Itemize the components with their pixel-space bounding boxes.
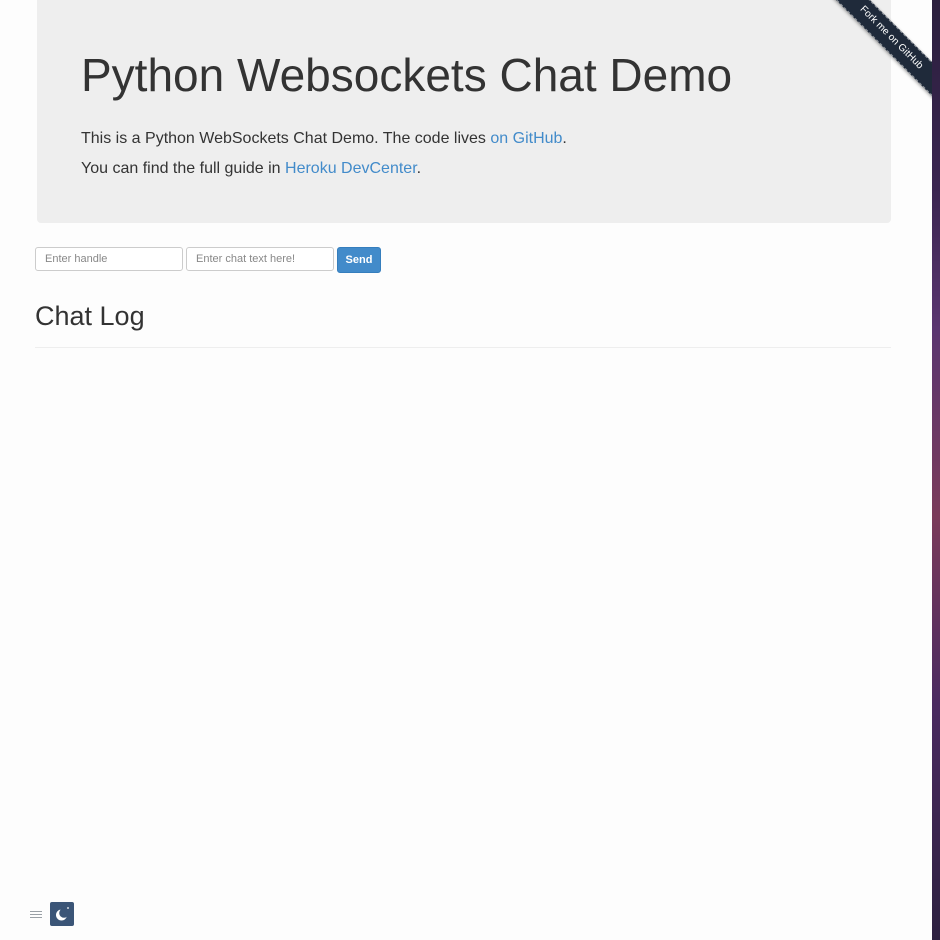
intro-line-code: This is a Python WebSockets Chat Demo. T… [81,128,567,150]
handle-input[interactable] [35,247,183,271]
intro-text: This is a Python WebSockets Chat Demo. T… [81,130,491,147]
moon-icon [56,907,69,921]
fork-ribbon-container: Fork me on GitHub [822,0,932,110]
jumbotron: Python Websockets Chat Demo This is a Py… [37,0,891,223]
chat-log [35,350,891,870]
page: Python Websockets Chat Demo This is a Py… [0,0,940,940]
github-link[interactable]: on GitHub [490,130,562,147]
fork-me-ribbon[interactable]: Fork me on GitHub [829,0,932,100]
devcenter-link[interactable]: Heroku DevCenter [285,160,417,177]
hamburger-icon[interactable] [30,911,42,919]
desktop-edge [932,0,940,940]
chat-log-heading: Chat Log [35,301,145,331]
send-button[interactable]: Send [337,247,381,273]
intro-period: . [562,130,567,147]
theme-toggle-button[interactable] [50,902,74,926]
guide-text: You can find the full guide in [81,160,286,177]
chat-log-divider [35,347,891,348]
page-title: Python Websockets Chat Demo [81,49,733,101]
chat-text-input[interactable] [186,247,334,271]
guide-period: . [416,160,422,177]
intro-line-guide: You can find the full guide in Heroku De… [81,158,421,180]
